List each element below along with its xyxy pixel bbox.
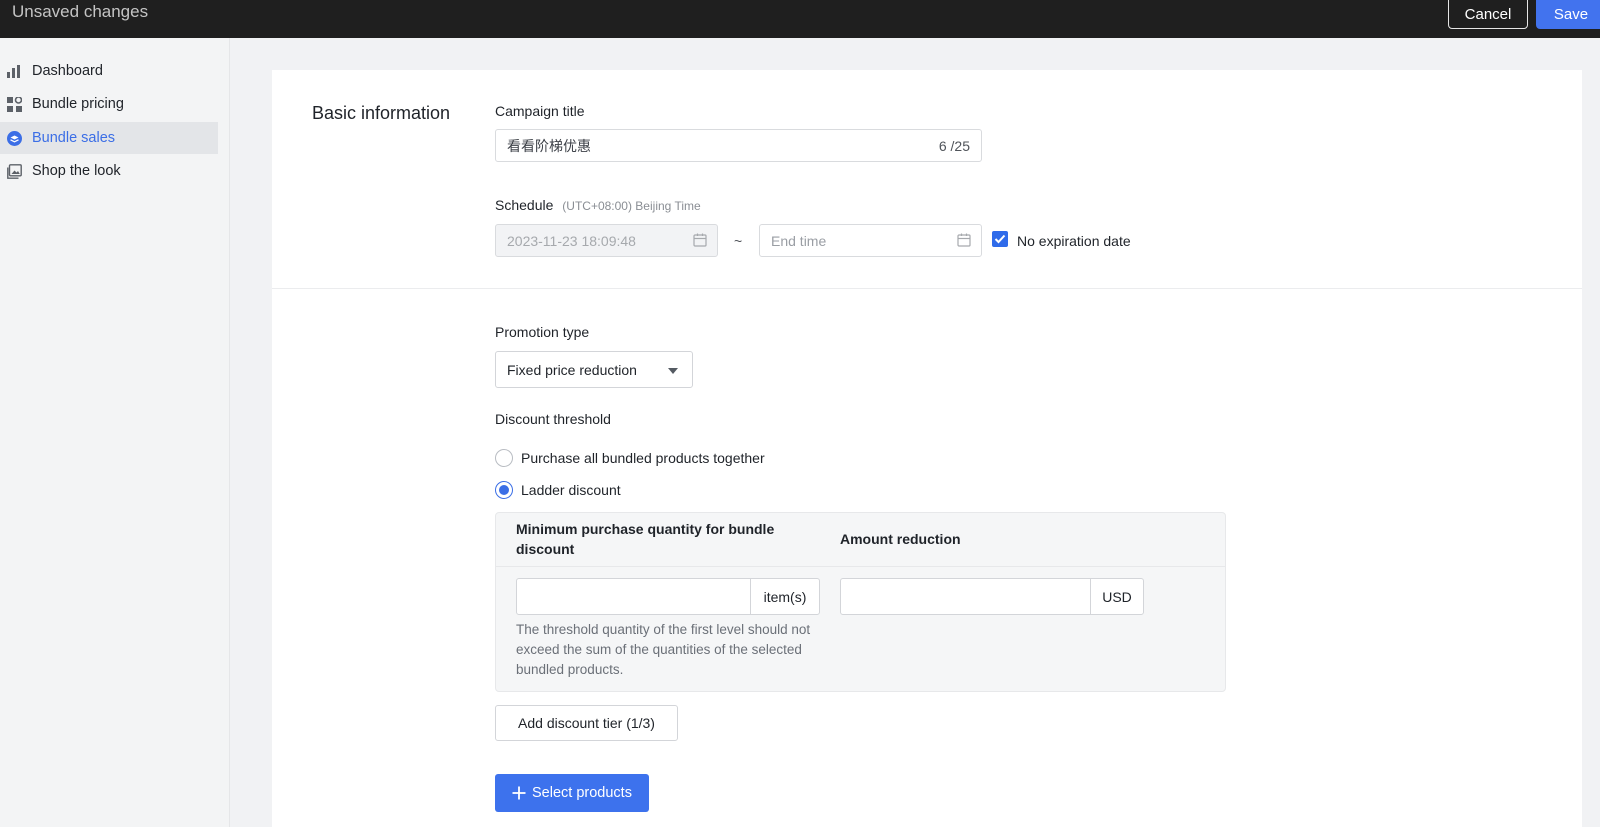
- promotion-type-label: Promotion type: [495, 324, 590, 340]
- bar-chart-icon: [6, 63, 22, 79]
- promotion-type-value: Fixed price reduction: [507, 361, 637, 378]
- min-quantity-field[interactable]: [517, 579, 750, 614]
- select-products-label: Select products: [532, 785, 632, 801]
- sidebar-item-dashboard[interactable]: Dashboard: [0, 55, 218, 87]
- promotion-type-select[interactable]: Fixed price reduction: [495, 351, 693, 388]
- sidebar-item-label: Shop the look: [32, 163, 121, 179]
- no-expiration-label: No expiration date: [1017, 233, 1131, 249]
- caret-down-icon: [668, 368, 678, 374]
- sidebar-item-label: Bundle sales: [32, 130, 116, 146]
- discount-threshold-label: Discount threshold: [495, 411, 611, 427]
- sidebar-item-bundle-sales[interactable]: Bundle sales: [0, 122, 218, 154]
- section-divider: [272, 288, 1582, 289]
- end-time-placeholder: End time: [771, 232, 827, 249]
- amount-reduction-field[interactable]: [841, 579, 1090, 614]
- end-time-input[interactable]: End time: [759, 224, 982, 257]
- plus-icon: [512, 786, 526, 800]
- campaign-form-card: [272, 70, 1582, 827]
- radio-ladder-discount[interactable]: [495, 481, 513, 499]
- layers-icon: [6, 130, 22, 146]
- schedule-label-text: Schedule: [495, 197, 554, 213]
- section-title-basic-information: Basic information: [312, 103, 451, 123]
- sidebar-item-shop-the-look[interactable]: Shop the look: [0, 155, 218, 187]
- unsaved-changes-title: Unsaved changes: [12, 2, 149, 21]
- radio-purchase-all-label: Purchase all bundled products together: [521, 450, 765, 466]
- schedule-label: Schedule (UTC+08:00) Beijing Time: [495, 197, 701, 213]
- checkmark-icon: [994, 234, 1006, 244]
- amount-reduction-input[interactable]: USD: [840, 578, 1144, 615]
- save-button[interactable]: Save: [1536, 0, 1600, 29]
- sidebar-item-label: Dashboard: [32, 63, 103, 79]
- calendar-icon: [957, 233, 971, 247]
- top-bar: Unsaved changes Cancel Save: [0, 0, 1600, 38]
- character-counter: 6 /25: [938, 138, 970, 154]
- start-time-input[interactable]: 2023-11-23 18:09:48: [495, 224, 718, 257]
- schedule-timezone: (UTC+08:00) Beijing Time: [562, 199, 701, 213]
- sidebar-item-bundle-pricing[interactable]: Bundle pricing: [0, 88, 218, 120]
- campaign-title-label: Campaign title: [495, 103, 585, 119]
- quantity-unit: item(s): [750, 579, 819, 614]
- currency-unit: USD: [1090, 579, 1143, 614]
- date-range-separator: ~: [734, 233, 743, 249]
- radio-purchase-all[interactable]: [495, 449, 513, 467]
- campaign-title-value: 看看阶梯优惠: [507, 137, 591, 154]
- column-header-amount-reduction: Amount reduction: [840, 531, 961, 547]
- min-quantity-input[interactable]: item(s): [516, 578, 820, 615]
- campaign-title-input[interactable]: 看看阶梯优惠 6 /25: [495, 129, 982, 162]
- calendar-icon: [693, 233, 707, 247]
- start-time-value: 2023-11-23 18:09:48: [507, 232, 636, 249]
- cancel-button[interactable]: Cancel: [1448, 0, 1528, 29]
- add-discount-tier-button[interactable]: Add discount tier (1/3): [495, 705, 678, 741]
- column-header-min-quantity: Minimum purchase quantity for bundle dis…: [516, 521, 775, 557]
- select-products-button[interactable]: Select products: [495, 774, 649, 812]
- grid-icon: [6, 96, 22, 112]
- image-gallery-icon: [6, 163, 22, 179]
- tier-table-header-divider: [496, 566, 1225, 567]
- radio-ladder-discount-label: Ladder discount: [521, 482, 621, 498]
- no-expiration-checkbox[interactable]: [992, 231, 1008, 247]
- sidebar-item-label: Bundle pricing: [32, 96, 124, 112]
- threshold-help-text: The threshold quantity of the first leve…: [516, 622, 811, 677]
